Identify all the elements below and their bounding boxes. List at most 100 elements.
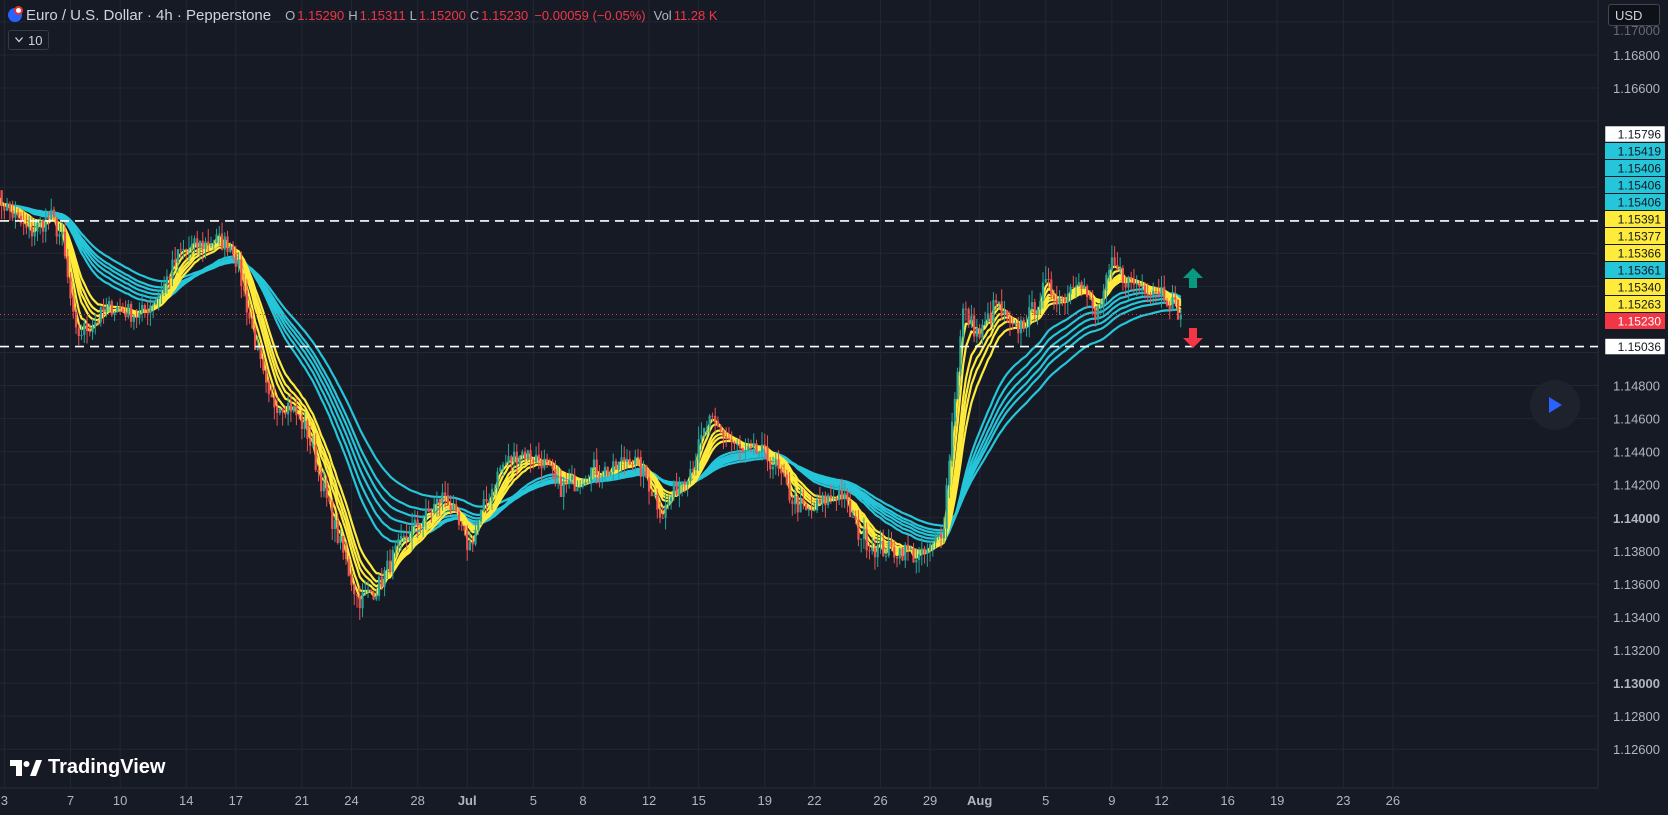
price-axis-tick-label: 1.14200: [1613, 478, 1660, 493]
candle-body: [824, 495, 827, 506]
candle-body: [620, 457, 623, 462]
time-axis-label: Aug: [967, 793, 992, 808]
candle-body: [904, 544, 907, 561]
candle-body: [1091, 297, 1094, 308]
chart-background: [0, 0, 1668, 815]
candle-body: [507, 456, 510, 464]
currency-button[interactable]: USD: [1608, 4, 1660, 26]
candle-body: [130, 303, 133, 322]
candle-body: [457, 511, 461, 526]
candle-body: [1061, 297, 1064, 299]
candle-body: [320, 472, 323, 492]
candle-body: [259, 346, 262, 360]
candle-body: [796, 495, 799, 513]
candle-body: [482, 499, 485, 510]
candle-body: [532, 459, 535, 462]
candle-body: [873, 547, 877, 558]
tradingview-logo[interactable]: TradingView: [10, 756, 165, 779]
candle-body: [248, 312, 251, 319]
candle-body: [810, 509, 813, 511]
symbol-title[interactable]: Euro / U.S. Dollar · 4h · Pepperstone: [26, 7, 271, 24]
candle-body: [1121, 267, 1125, 283]
replay-button[interactable]: [1530, 380, 1580, 430]
candle-body: [893, 546, 896, 558]
candle-body: [970, 315, 973, 325]
candle-body: [675, 481, 678, 495]
candle-body: [769, 461, 772, 470]
candle-body: [107, 301, 111, 307]
candle-body: [105, 306, 108, 313]
candle-body: [94, 321, 97, 327]
price-axis-tick-label: 1.13600: [1613, 577, 1660, 592]
candle-body: [127, 303, 130, 318]
candle-body: [333, 520, 337, 530]
candle-body: [573, 475, 576, 492]
candle-body: [975, 328, 978, 337]
price-chart[interactable]: 1.16800 1.16600 1.14800 1.14600 1.14400 1.142…: [0, 0, 1668, 815]
price-axis-marker-label: 1.15230: [1618, 315, 1662, 329]
price-axis-markers: 1.15796 1.15419 1.15406 1.15406 1.15406 1.153…: [1604, 125, 1666, 355]
candle-body: [584, 482, 587, 484]
candle-body: [1077, 282, 1080, 287]
candle-body: [1044, 279, 1047, 283]
candle-body: [298, 415, 301, 417]
candle-body: [477, 521, 480, 530]
candle-body: [1025, 326, 1028, 329]
time-axis-label: 23: [1336, 793, 1350, 808]
candle-body: [639, 457, 642, 477]
candle-body: [245, 290, 248, 313]
candle-body: [758, 452, 761, 454]
candle-body: [1152, 290, 1155, 296]
candle-body: [603, 466, 607, 476]
candle-body: [832, 497, 835, 499]
candle-body: [1099, 304, 1102, 307]
candle-body: [669, 497, 673, 502]
candle-body: [41, 221, 45, 232]
candle-body: [411, 525, 414, 539]
time-axis-label: 22: [807, 793, 821, 808]
candle-body: [609, 471, 612, 476]
candle-body: [231, 246, 235, 255]
candle-body: [708, 415, 711, 428]
time-axis-label: 12: [642, 793, 656, 808]
candle-body: [937, 534, 940, 537]
price-axis-tick-label: 1.14800: [1613, 379, 1660, 394]
candle-body: [945, 485, 948, 529]
candle-body: [799, 499, 802, 513]
candle-body: [570, 475, 574, 480]
price-axis-marker-label: 1.15036: [1618, 340, 1662, 354]
candle-body: [862, 529, 866, 539]
candle-body: [785, 474, 788, 484]
candle-body: [424, 508, 427, 521]
candle-body: [165, 276, 169, 284]
time-axis-label: 19: [1270, 793, 1284, 808]
candle-body: [152, 304, 155, 306]
candle-body: [273, 397, 276, 408]
candle-body: [1130, 276, 1133, 280]
price-axis-marker-label: 1.15419: [1618, 145, 1662, 159]
candle-body: [339, 536, 342, 543]
candle-body: [634, 456, 637, 465]
candle-body: [400, 535, 403, 539]
candle-body: [196, 238, 199, 249]
candle-body: [625, 458, 629, 462]
candle-body: [956, 371, 959, 399]
candle-body: [438, 498, 441, 504]
price-axis-tick-label: 1.14600: [1613, 412, 1660, 427]
candle-body: [645, 465, 648, 478]
candle-body: [135, 316, 138, 319]
price-axis-marker-label: 1.15263: [1618, 298, 1662, 312]
candle-body: [1052, 295, 1056, 299]
candle-body: [1085, 285, 1089, 297]
candle-body: [804, 504, 808, 511]
candle-body: [664, 504, 667, 518]
candle-body: [562, 481, 565, 498]
play-icon: [1549, 397, 1562, 413]
candle-body: [141, 304, 144, 313]
candle-body: [380, 576, 383, 587]
time-axis-label: 24: [344, 793, 358, 808]
candle-body: [793, 495, 797, 505]
indicators-toggle[interactable]: 10: [8, 30, 50, 50]
price-axis-marker-label: 1.15796: [1618, 128, 1662, 142]
candle-body: [303, 420, 306, 430]
